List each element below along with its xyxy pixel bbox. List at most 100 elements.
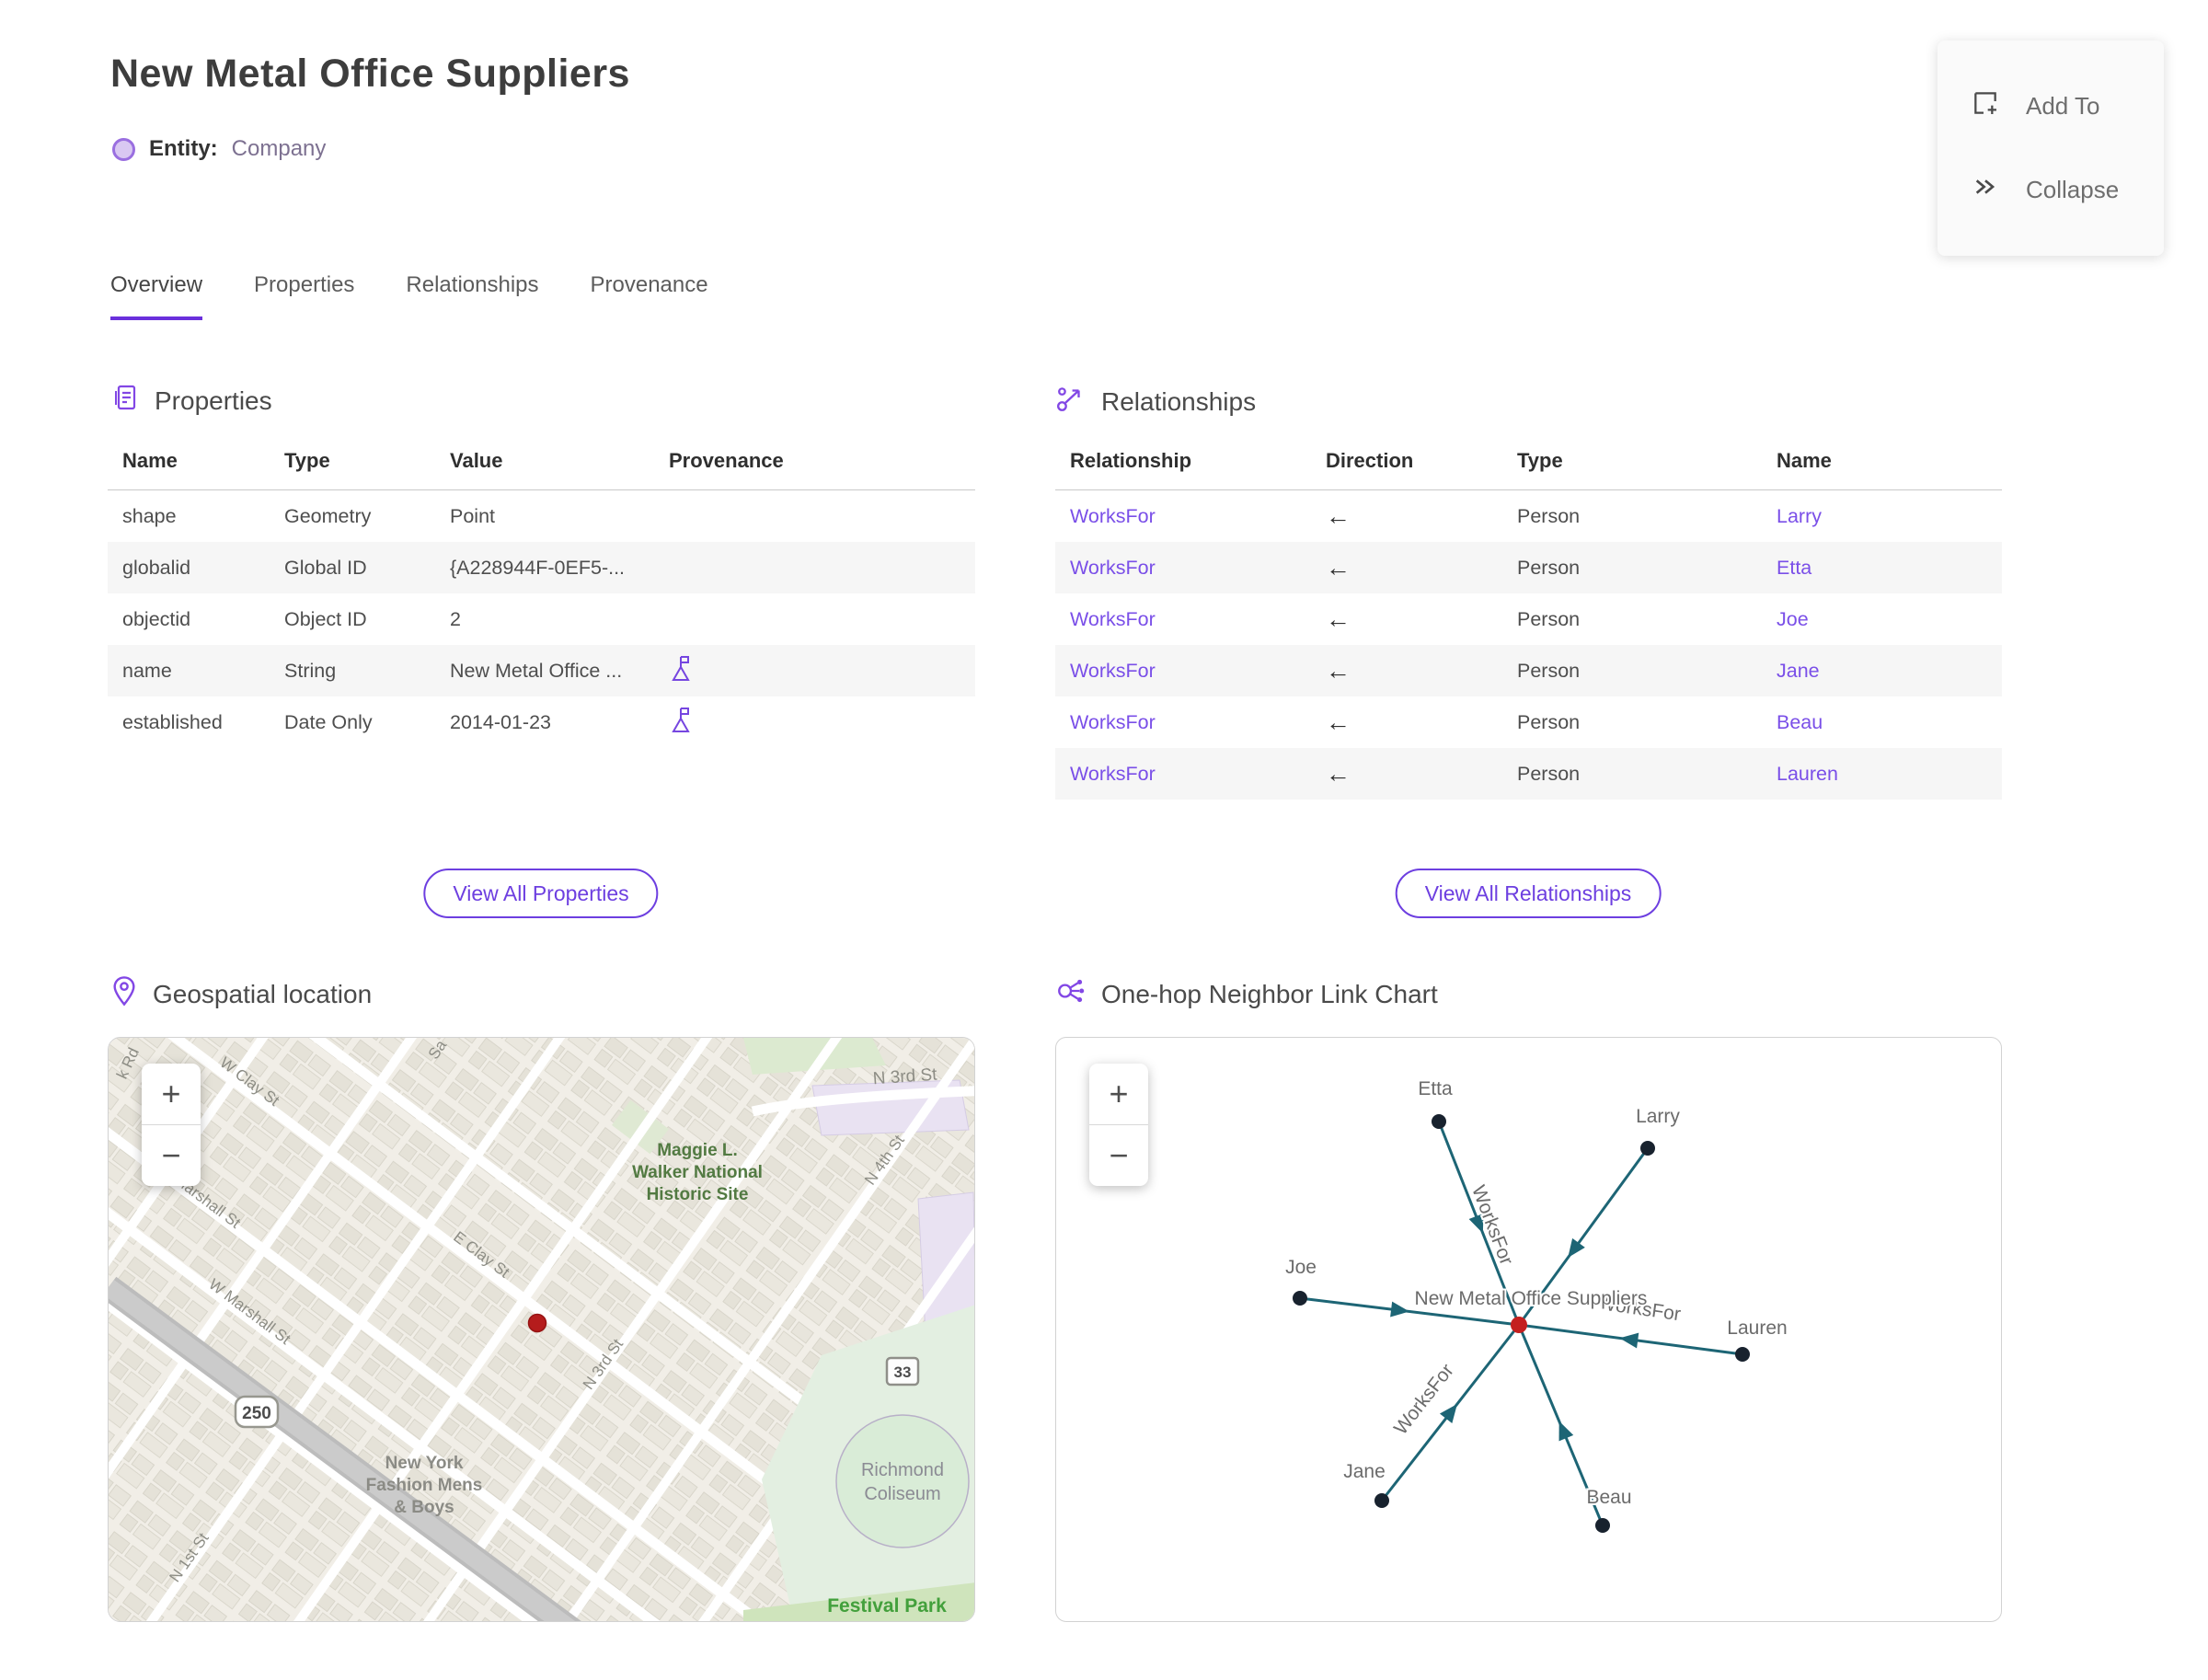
node-label: Joe — [1285, 1257, 1317, 1278]
poi-label: Maggie L. — [657, 1141, 738, 1160]
direction-arrow: ← — [1326, 553, 1351, 581]
table-row: WorksFor ← Person Joe — [1055, 593, 2002, 645]
page-title: New Metal Office Suppliers — [110, 52, 630, 96]
poi-label: Festival Park — [827, 1595, 947, 1617]
tab-provenance[interactable]: Provenance — [591, 272, 708, 320]
provenance-flag-icon[interactable] — [669, 708, 693, 739]
provenance-flag-icon[interactable] — [669, 656, 693, 687]
tab-properties[interactable]: Properties — [254, 272, 354, 320]
col-provenance: Provenance — [669, 449, 784, 472]
link-chart-canvas[interactable]: WorksForWorksForWorksForNew Metal Office… — [1056, 1038, 2001, 1621]
relationship-link[interactable]: WorksFor — [1055, 557, 1311, 580]
map-zoom-out-button[interactable]: − — [142, 1124, 201, 1186]
center-entity-node[interactable] — [1511, 1317, 1527, 1333]
properties-section-title: Properties — [155, 385, 272, 415]
rel-type: Person — [1517, 607, 1581, 630]
col-name: Name — [1777, 449, 1832, 472]
geospatial-section-title: Geospatial location — [153, 979, 373, 1008]
col-type: Type — [284, 449, 330, 472]
neighbor-node[interactable] — [1640, 1141, 1655, 1156]
relationships-table: Relationship Direction Type Name WorksFo… — [1055, 449, 2002, 800]
chart-zoom-out-button[interactable]: − — [1089, 1124, 1148, 1186]
entity-link[interactable]: Lauren — [1762, 763, 2002, 786]
add-to-button[interactable]: Add To — [1938, 64, 2164, 148]
poi-label: New York — [385, 1454, 464, 1473]
chart-zoom-in-button[interactable]: + — [1089, 1064, 1148, 1124]
properties-section-header: Properties — [110, 383, 272, 419]
col-type: Type — [1517, 449, 1563, 472]
table-row: WorksFor ← Person Beau — [1055, 696, 2002, 748]
prop-name: name — [122, 659, 172, 682]
entity-link[interactable]: Larry — [1762, 505, 2002, 528]
rel-type: Person — [1517, 710, 1581, 733]
prop-type: Global ID — [284, 556, 367, 579]
table-row: shape Geometry Point — [108, 490, 975, 542]
prop-name: objectid — [122, 607, 191, 630]
neighbor-node[interactable] — [1735, 1347, 1750, 1362]
coliseum-outline — [835, 1414, 970, 1548]
relationships-table-header: Relationship Direction Type Name — [1055, 449, 2002, 490]
table-row: WorksFor ← Person Larry — [1055, 490, 2002, 542]
prop-type: String — [284, 659, 337, 682]
entity-link[interactable]: Joe — [1762, 608, 2002, 631]
relationship-link[interactable]: WorksFor — [1055, 505, 1311, 528]
entity-link[interactable]: Etta — [1762, 557, 2002, 580]
chart-zoom-control: + − — [1089, 1064, 1148, 1186]
tab-relationships[interactable]: Relationships — [406, 272, 538, 320]
map-pin-icon — [110, 975, 138, 1013]
prop-value: 2 — [450, 607, 461, 630]
node-label: Larry — [1636, 1106, 1680, 1127]
node-label: New Metal Office Suppliers — [1415, 1288, 1648, 1309]
view-all-relationships-button[interactable]: View All Relationships — [1395, 869, 1662, 918]
entity-type-dot — [112, 137, 135, 161]
node-label: Lauren — [1727, 1318, 1787, 1339]
poi-label: Fashion Mens — [366, 1476, 483, 1495]
prop-value: New Metal Office ... — [450, 659, 623, 682]
prop-value: 2014-01-23 — [450, 710, 551, 733]
actions-card: Add To Collapse — [1938, 40, 2164, 256]
tab-bar: Overview Properties Relationships Proven… — [110, 272, 708, 320]
relationship-link[interactable]: WorksFor — [1055, 660, 1311, 683]
geospatial-map[interactable]: + − W Clay St E Clay St Marshall St W Ma… — [108, 1037, 975, 1622]
rel-type: Person — [1517, 659, 1581, 682]
neighbor-node[interactable] — [1374, 1493, 1389, 1508]
prop-type: Date Only — [284, 710, 373, 733]
prop-type: Object ID — [284, 607, 367, 630]
map-zoom-in-button[interactable]: + — [142, 1064, 201, 1124]
table-row: WorksFor ← Person Lauren — [1055, 748, 2002, 800]
prop-provenance — [654, 653, 975, 688]
relationship-link[interactable]: WorksFor — [1055, 711, 1311, 734]
neighbor-node[interactable] — [1432, 1114, 1446, 1129]
prop-type: Geometry — [284, 504, 372, 527]
poi-label: Coliseum — [864, 1484, 940, 1504]
tab-overview[interactable]: Overview — [110, 272, 203, 320]
prop-name: shape — [122, 504, 177, 527]
basemap[interactable]: W Clay St E Clay St Marshall St W Marsha… — [109, 1038, 975, 1622]
neighbor-node[interactable] — [1595, 1518, 1610, 1533]
properties-icon — [110, 383, 140, 419]
table-row: established Date Only 2014-01-23 — [108, 696, 975, 748]
svg-text:33: 33 — [894, 1364, 912, 1381]
col-relationship: Relationship — [1070, 449, 1192, 472]
relationships-section-title: Relationships — [1101, 386, 1257, 416]
prop-name: established — [122, 710, 223, 733]
relationship-link[interactable]: WorksFor — [1055, 608, 1311, 631]
entity-link[interactable]: Jane — [1762, 660, 2002, 683]
poi-label: Richmond — [861, 1460, 944, 1480]
properties-table: Name Type Value Provenance shape Geometr… — [108, 449, 975, 748]
entity-location-marker[interactable] — [527, 1313, 547, 1333]
table-row: WorksFor ← Person Jane — [1055, 645, 2002, 696]
direction-arrow: ← — [1326, 656, 1351, 685]
edge-arrowhead — [1439, 1403, 1457, 1423]
neighbor-node[interactable] — [1293, 1291, 1307, 1306]
one-hop-link-chart[interactable]: + − WorksFor WorksFor WorksFor New Metal Of… — [1055, 1037, 2002, 1622]
rel-type: Person — [1517, 504, 1581, 527]
node-label: Etta — [1418, 1078, 1453, 1099]
link-chart-icon — [1055, 975, 1087, 1013]
entity-link[interactable]: Beau — [1762, 711, 2002, 734]
collapse-button[interactable]: Collapse — [1938, 148, 2164, 232]
view-all-properties-button[interactable]: View All Properties — [423, 869, 659, 918]
route-shield-33: 33 — [885, 1356, 920, 1387]
relationship-link[interactable]: WorksFor — [1055, 763, 1311, 786]
link-chart-section-header: One-hop Neighbor Link Chart — [1055, 975, 1438, 1013]
